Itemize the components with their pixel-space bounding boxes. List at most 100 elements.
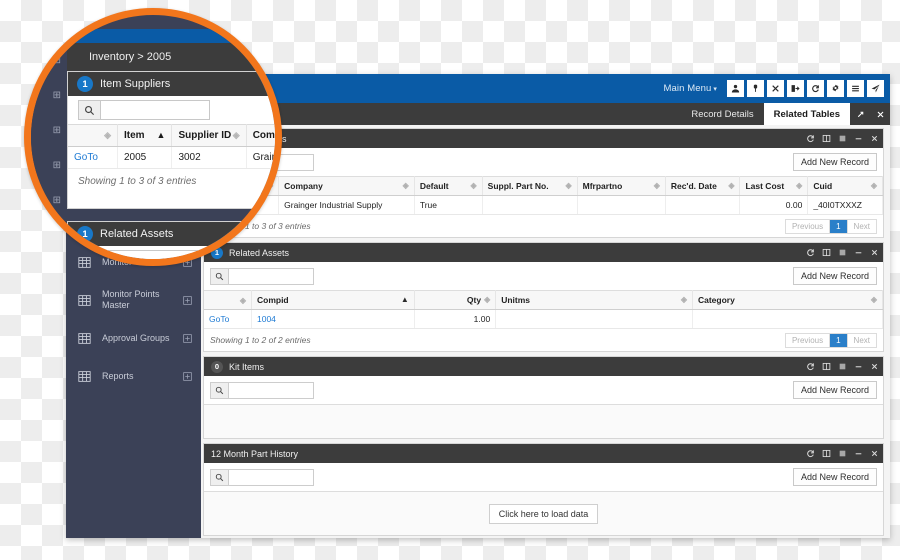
column-header-goto[interactable]: ◈ xyxy=(204,290,252,310)
plus-icon[interactable]: ⊞ xyxy=(53,195,61,206)
magnified-sidebar-item[interactable]: sts ⊞ xyxy=(31,43,67,78)
load-data-button[interactable]: Click here to load data xyxy=(488,503,599,524)
plus-icon[interactable] xyxy=(181,370,193,382)
close-icon[interactable] xyxy=(870,248,879,257)
plus-icon[interactable] xyxy=(181,294,193,306)
pin-icon[interactable] xyxy=(747,80,764,97)
sort-icon: ◈ xyxy=(653,181,660,190)
table-row[interactable]: GoTo 2005 3002 Grainger Indu xyxy=(68,146,275,169)
plus-icon[interactable]: ⊞ xyxy=(53,160,61,171)
magnified-sidebar-item[interactable]: ⊞ xyxy=(31,78,67,113)
goto-link[interactable]: GoTo xyxy=(209,314,229,324)
columns-icon[interactable] xyxy=(822,134,831,143)
search-icon[interactable] xyxy=(78,100,100,120)
panel-footer: Showing 1 to 3 of 3 entries Previous 1 N… xyxy=(204,215,883,237)
plus-icon[interactable]: ⊞ xyxy=(53,125,61,136)
minimize-icon[interactable] xyxy=(854,134,863,143)
column-header-company[interactable]: Company ◈ xyxy=(278,176,415,196)
column-header-category[interactable]: Category ◈ xyxy=(692,290,884,310)
refresh-icon[interactable] xyxy=(807,80,824,97)
search-icon[interactable] xyxy=(210,468,228,486)
column-header-mfrpartno[interactable]: Mfrpartno ◈ xyxy=(577,176,666,196)
gear-icon[interactable] xyxy=(827,80,844,97)
minimize-icon[interactable] xyxy=(854,248,863,257)
tab-related-tables[interactable]: Related Tables xyxy=(763,103,850,125)
search-input[interactable] xyxy=(228,267,314,285)
columns-icon[interactable] xyxy=(822,248,831,257)
close-icon[interactable] xyxy=(870,103,890,125)
goto-link[interactable]: GoTo xyxy=(74,152,98,163)
column-header-suppl-part-no[interactable]: Suppl. Part No. ◈ xyxy=(482,176,578,196)
close-icon[interactable] xyxy=(870,449,879,458)
magnified-sidebar-item[interactable]: ⊞ xyxy=(31,113,67,148)
close-x-icon[interactable] xyxy=(767,80,784,97)
magnified-sidebar-item[interactable]: ⊞ xyxy=(31,218,67,253)
plus-icon[interactable]: ⊞ xyxy=(53,55,61,66)
refresh-icon[interactable] xyxy=(806,248,815,257)
search-icon[interactable] xyxy=(210,381,228,399)
column-header-last-cost[interactable]: Last Cost ◈ xyxy=(739,176,809,196)
minimize-icon[interactable] xyxy=(854,362,863,371)
sort-ascending-icon: ▲ xyxy=(156,130,166,140)
plus-icon[interactable]: ⊞ xyxy=(53,90,61,101)
column-header-cuid[interactable]: Cuid ◈ xyxy=(807,176,883,196)
tab-record-details[interactable]: Record Details xyxy=(681,103,763,125)
add-new-record-button[interactable]: Add New Record xyxy=(792,468,877,486)
plus-icon[interactable] xyxy=(181,332,193,344)
table-row[interactable]: 3002 Grainger Industrial Supply True 0.0… xyxy=(204,195,883,215)
maximize-icon[interactable] xyxy=(838,449,847,458)
page-number-button[interactable]: 1 xyxy=(830,333,848,347)
search-icon[interactable] xyxy=(210,267,228,285)
magnified-sidebar-item[interactable]: ⊞ xyxy=(31,148,67,183)
maximize-icon[interactable] xyxy=(838,248,847,257)
page-number-button[interactable]: 1 xyxy=(830,219,848,233)
add-new-record-button[interactable]: Add New Record xyxy=(792,381,877,399)
search-input[interactable] xyxy=(100,100,210,120)
column-header-supplier-id[interactable]: Supplier ID◈ xyxy=(171,124,247,147)
previous-page-button[interactable]: Previous xyxy=(785,333,831,347)
search-input[interactable] xyxy=(228,381,314,399)
column-header-company[interactable]: Company xyxy=(246,124,275,147)
sidebar-item-approval-groups[interactable]: Approval Groups xyxy=(66,319,201,357)
columns-icon[interactable] xyxy=(822,362,831,371)
sidebar-item-reports[interactable]: Reports xyxy=(66,357,201,395)
column-header-item[interactable]: Item ▲ xyxy=(117,124,173,147)
add-new-record-button[interactable]: Add New Record xyxy=(792,153,877,171)
magnified-sidebar-item[interactable]: ⊞ xyxy=(31,183,67,218)
maximize-icon[interactable] xyxy=(838,134,847,143)
user-icon[interactable] xyxy=(727,80,744,97)
add-new-record-button[interactable]: Add New Record xyxy=(792,267,877,285)
column-header-unitms[interactable]: Unitms ◈ xyxy=(495,290,693,310)
search-input[interactable] xyxy=(228,468,314,486)
refresh-icon[interactable] xyxy=(806,362,815,371)
exit-icon[interactable] xyxy=(787,80,804,97)
maximize-icon[interactable] xyxy=(838,362,847,371)
close-icon[interactable] xyxy=(870,134,879,143)
refresh-icon[interactable] xyxy=(806,134,815,143)
panel-title: Kit Items xyxy=(229,361,265,372)
columns-icon[interactable] xyxy=(822,449,831,458)
main-menu-button[interactable]: Main Menu ▾ xyxy=(663,83,717,94)
cell-goto[interactable]: GoTo xyxy=(204,309,252,329)
sidebar-item-monitor-points-master[interactable]: Monitor Points Master xyxy=(66,281,201,319)
next-page-button[interactable]: Next xyxy=(847,219,876,233)
plus-icon[interactable]: ⊞ xyxy=(53,230,61,241)
send-icon[interactable] xyxy=(867,80,884,97)
compid-link[interactable]: 1004 xyxy=(257,314,276,324)
column-header-goto[interactable]: ◈ xyxy=(68,124,118,147)
column-header-compid[interactable]: Compid ▲ xyxy=(251,290,415,310)
next-page-button[interactable]: Next xyxy=(847,333,876,347)
hamburger-menu-icon[interactable] xyxy=(847,80,864,97)
cell-goto[interactable]: GoTo xyxy=(68,146,118,169)
close-icon[interactable] xyxy=(870,362,879,371)
column-header-recd-date[interactable]: Rec'd. Date ◈ xyxy=(665,176,741,196)
table-row[interactable]: GoTo 1004 1.00 xyxy=(204,309,884,329)
cell-compid[interactable]: 1004 xyxy=(251,309,415,329)
cell-last-cost: 0.00 xyxy=(739,195,809,215)
refresh-icon[interactable] xyxy=(806,449,815,458)
minimize-icon[interactable] xyxy=(854,449,863,458)
column-header-default[interactable]: Default ◈ xyxy=(414,176,483,196)
previous-page-button[interactable]: Previous xyxy=(785,219,831,233)
column-header-qty[interactable]: Qty ◈ xyxy=(414,290,497,310)
expand-icon[interactable] xyxy=(850,103,870,125)
